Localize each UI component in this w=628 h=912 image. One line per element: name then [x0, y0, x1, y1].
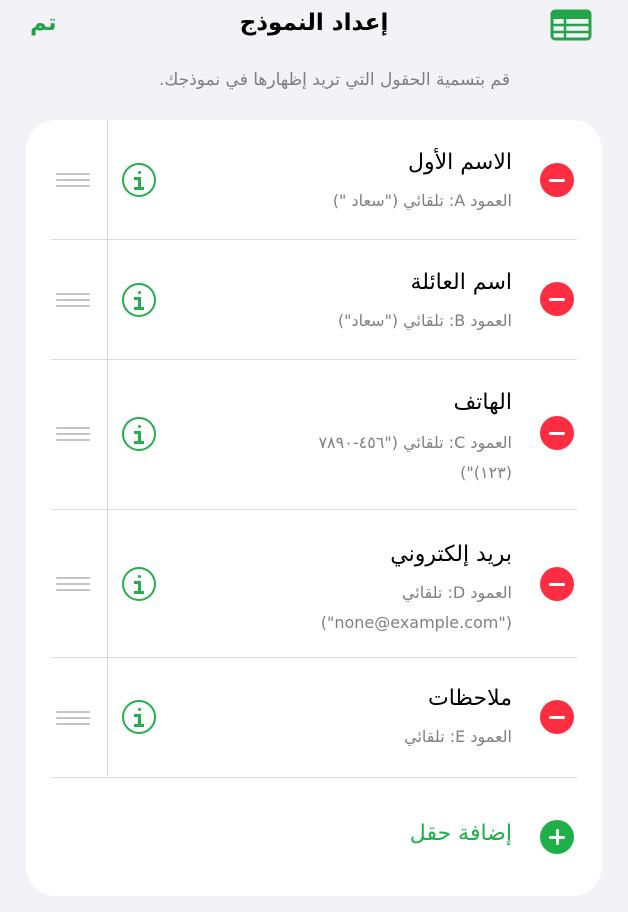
field-description: العمود B: تلقائي ("سعاد"): [337, 311, 512, 330]
add-field-label[interactable]: إضافة حقل: [410, 821, 512, 846]
info-icon[interactable]: [122, 567, 156, 601]
add-field-button[interactable]: [540, 820, 574, 854]
field-description: العمود D: تلقائي ("none@example.com"): [320, 583, 512, 632]
field-description: العمود C: تلقائي ("٤٥٦-٧٨٩٠ (١٢٣)"): [318, 433, 512, 482]
info-icon[interactable]: [122, 283, 156, 317]
field-name[interactable]: ملاحظات: [428, 686, 512, 711]
delete-field-button[interactable]: [540, 416, 574, 450]
instruction-text: قم بتسمية الحقول التي تريد إظهارها في نم…: [158, 70, 510, 90]
field-description: العمود A: تلقائي ("سعاد "): [332, 191, 512, 210]
field-row-first-name: الاسم الأول العمود A: تلقائي ("سعاد "): [26, 120, 602, 240]
delete-field-button[interactable]: [540, 567, 574, 601]
form-setup-screen: تم إعداد النموذج قم بتسمية الحقول التي ت…: [0, 0, 628, 912]
page-title: إعداد النموذج: [239, 10, 389, 36]
navigation-bar: تم إعداد النموذج: [0, 0, 628, 56]
field-row-email: بريد إلكتروني العمود D: تلقائي ("none@ex…: [26, 510, 602, 658]
drag-handle-icon[interactable]: [56, 290, 90, 310]
delete-field-button[interactable]: [540, 700, 574, 734]
table-grid-icon[interactable]: [550, 9, 592, 41]
drag-handle-icon[interactable]: [56, 424, 90, 444]
field-row-phone: الهاتف العمود C: تلقائي ("٤٥٦-٧٨٩٠ (١٢٣)…: [26, 360, 602, 510]
info-icon[interactable]: [122, 417, 156, 451]
field-name[interactable]: اسم العائلة: [410, 270, 512, 295]
field-name[interactable]: بريد إلكتروني: [390, 542, 512, 567]
field-name[interactable]: الهاتف: [453, 390, 512, 415]
add-field-row[interactable]: إضافة حقل: [26, 778, 602, 896]
field-row-notes: ملاحظات العمود E: تلقائي: [26, 658, 602, 778]
field-description: العمود E: تلقائي: [404, 727, 512, 746]
info-icon[interactable]: [122, 163, 156, 197]
drag-handle-icon[interactable]: [56, 574, 90, 594]
drag-handle-icon[interactable]: [56, 708, 90, 728]
delete-field-button[interactable]: [540, 282, 574, 316]
field-name[interactable]: الاسم الأول: [408, 150, 512, 175]
info-icon[interactable]: [122, 700, 156, 734]
delete-field-button[interactable]: [540, 163, 574, 197]
drag-handle-icon[interactable]: [56, 170, 90, 190]
field-row-last-name: اسم العائلة العمود B: تلقائي ("سعاد"): [26, 240, 602, 360]
fields-card: الاسم الأول العمود A: تلقائي ("سعاد ") ا…: [26, 120, 602, 896]
